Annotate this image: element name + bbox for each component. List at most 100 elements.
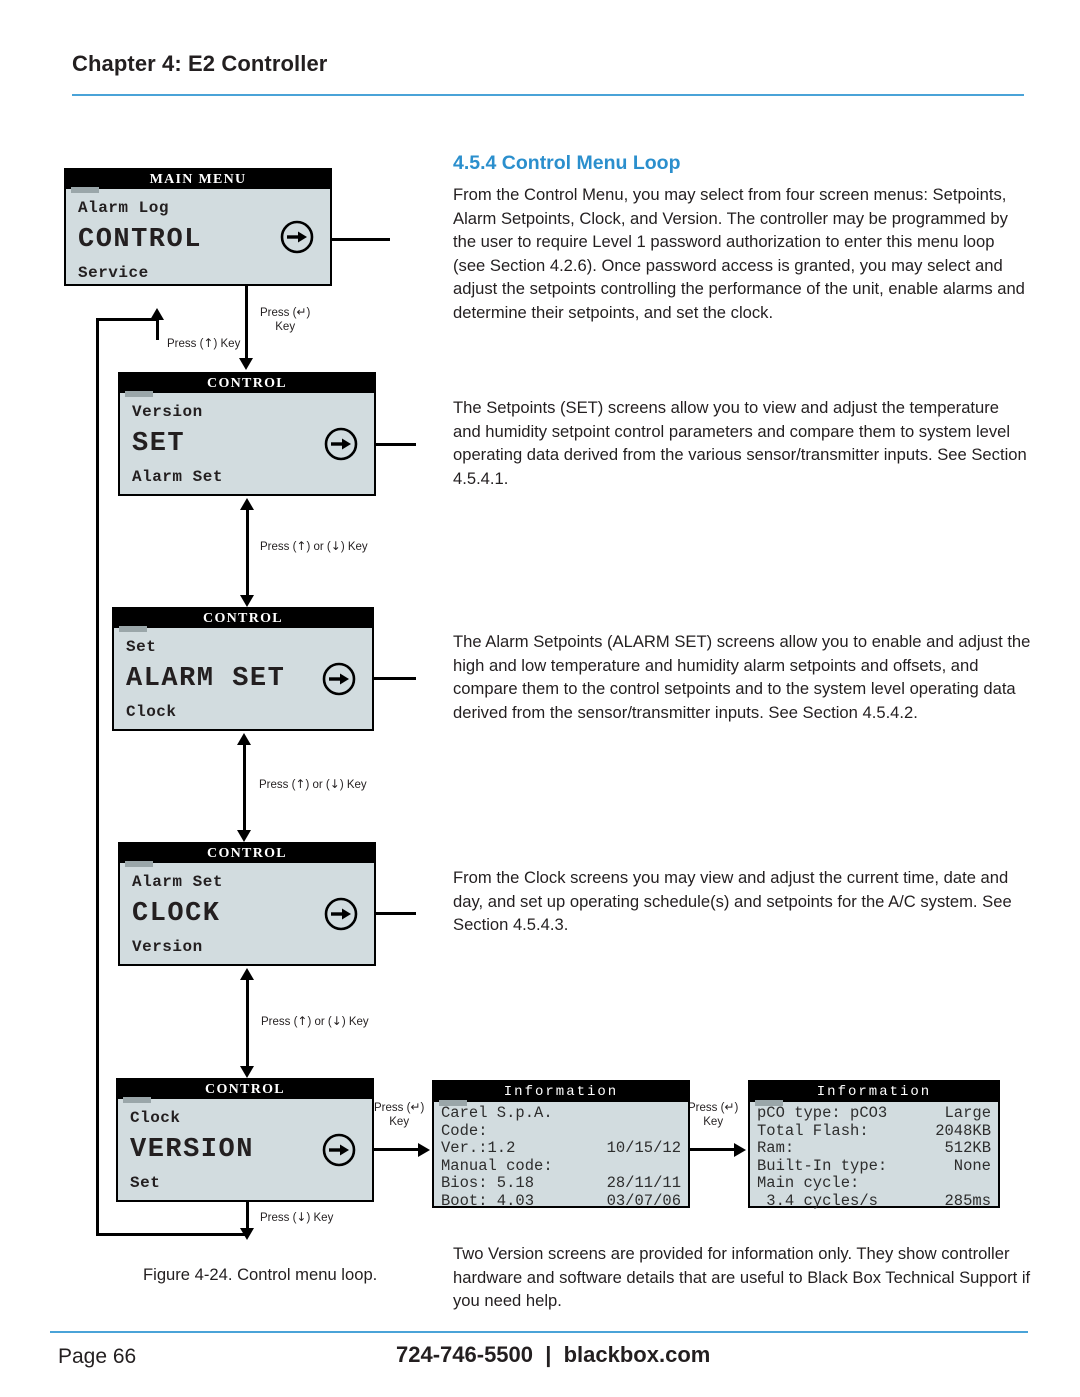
press-label-line2: Key (275, 321, 296, 333)
press-label-line2: Key (389, 1116, 410, 1128)
enter-arrow-icon (324, 427, 358, 460)
arrow-up-clock (240, 968, 254, 980)
lcd-title-bar: CONTROL (120, 374, 374, 397)
connector-stub-main (332, 238, 390, 241)
chapter-header: Chapter 4: E2 Controller (72, 51, 1024, 76)
lcd-panel-clock: CONTROL Alarm Set CLOCK Version (118, 842, 376, 966)
connector-main-to-set (245, 286, 248, 360)
info-row: Main cycle: (757, 1174, 991, 1193)
lcd-title-bar: CONTROL (114, 609, 372, 632)
lcd-panel-alarm-set: CONTROL Set ALARM SET Clock (112, 607, 374, 731)
lcd-body: Set ALARM SET Clock (114, 628, 372, 729)
connector-stub-clock (376, 912, 416, 915)
info-value: None (953, 1156, 991, 1175)
info-label: pCO type: pCO3 (757, 1104, 888, 1122)
info-label: Total Flash: (757, 1121, 869, 1140)
arrow-up-set (240, 498, 254, 510)
info-row: Boot: 4.03 03/07/06 (441, 1191, 681, 1211)
enter-arrow-icon (322, 1133, 356, 1166)
press-label-alarm-clock: Press (↑) or (↓) Key (259, 777, 367, 791)
paragraph-setpoints: The Setpoints (SET) screens allow you to… (453, 398, 1027, 488)
press-label-line1: Press (↵) (260, 305, 311, 319)
enter-arrow-icon (280, 220, 314, 253)
info-row: Total Flash: 2048KB (757, 1121, 991, 1141)
lcd-panel-main-menu: MAIN MENU Alarm Log CONTROL Service (64, 168, 332, 286)
info-value: 03/07/06 (606, 1191, 681, 1210)
info-label: Code: (441, 1121, 488, 1140)
section-heading: 4.5.4 Control Menu Loop (453, 152, 681, 174)
press-label-line1: Press (↵) (688, 1100, 739, 1114)
footer-contact: 724-746-5500 | blackbox.com (396, 1342, 711, 1367)
press-label-enter-info2: Press (↵) Key (688, 1100, 738, 1129)
lcd-body: Alarm Log CONTROL Service (66, 189, 330, 284)
paragraph-clock: From the Clock screens you may view and … (453, 868, 1012, 934)
arrow-up-to-main-menu (150, 308, 164, 320)
connector-stub-set (376, 443, 416, 446)
info-row: pCO type: pCO3 Large (757, 1104, 991, 1123)
arrow-down-version (240, 1066, 254, 1078)
lcd-cursor-tab (439, 1099, 467, 1106)
lcd-title-text: MAIN MENU (149, 172, 247, 187)
connector-alarm-to-clock (243, 743, 246, 831)
page-title: Chapter 4: E2 Controller (72, 51, 328, 76)
info-label: Built-In type: (757, 1156, 888, 1175)
arrow-down-clock (237, 830, 251, 842)
lcd-title-text: CONTROL (205, 1082, 285, 1097)
info-row: Carel S.p.A. (441, 1104, 681, 1123)
connector-clock-to-version (246, 978, 249, 1068)
lcd-body: Version SET Alarm Set (120, 393, 374, 494)
connector-return-bottom (96, 1233, 246, 1236)
paragraph-version: Two Version screens are provided for inf… (453, 1244, 1031, 1310)
info-body: Carel S.p.A. Code: Ver.:1.2 10/15/12 Manu… (434, 1102, 688, 1213)
info-value: 28/11/11 (606, 1174, 681, 1192)
enter-arrow-icon (324, 897, 358, 930)
info-value: 10/15/12 (606, 1139, 681, 1157)
lcd-line-below: Clock (126, 703, 177, 721)
lcd-body: Clock VERSION Set (118, 1099, 372, 1200)
lcd-title-bar: MAIN MENU (66, 170, 330, 193)
lcd-title-text: CONTROL (207, 376, 287, 391)
lcd-line-below: Service (78, 264, 149, 282)
info-row: Ram: 512KB (757, 1139, 991, 1158)
info-row: Code: (441, 1121, 681, 1141)
lcd-title-bar: CONTROL (118, 1080, 372, 1103)
press-label-line1: Press (↵) (374, 1100, 425, 1114)
lcd-panel-version: CONTROL Clock VERSION Set (116, 1078, 374, 1202)
press-label-set-alarm: Press (↑) or (↓) Key (260, 539, 368, 553)
press-label-version-down: Press (↓) Key (260, 1210, 334, 1224)
enter-arrow-icon (322, 662, 356, 695)
info-label: Carel S.p.A. (441, 1104, 553, 1122)
lcd-line-below: Version (132, 938, 203, 956)
arrow-down-alarm (240, 595, 254, 607)
info-row: 3.4 cycles/s 285ms (757, 1191, 991, 1211)
info-value: 285ms (944, 1191, 991, 1210)
info-title-bar: Information (750, 1082, 998, 1106)
connector-info1-to-info2 (690, 1148, 736, 1151)
lcd-line-above: Clock (130, 1109, 181, 1127)
arrow-down-version-return (240, 1228, 254, 1240)
info-screen-carel: Information Carel S.p.A. Code: Ver.:1.2 1… (432, 1080, 690, 1209)
connector-stub-alarm (374, 677, 416, 680)
info-row: Bios: 5.18 28/11/11 (441, 1174, 681, 1193)
lcd-cursor-tab (755, 1099, 783, 1106)
header-divider (72, 94, 1024, 96)
lcd-line-above: Set (126, 638, 157, 656)
info-label: Ram: (757, 1139, 795, 1157)
arrow-right-to-info2 (734, 1143, 746, 1157)
arrow-up-alarm (237, 733, 251, 745)
figure-caption: Figure 4-24. Control menu loop. (143, 1265, 378, 1284)
lcd-panel-set: CONTROL Version SET Alarm Set (118, 372, 376, 496)
info-label: Ver.:1.2 (441, 1139, 516, 1157)
info-row: Manual code: (441, 1157, 681, 1176)
lcd-title-text: CONTROL (203, 611, 283, 626)
info-label: Bios: 5.18 (441, 1174, 535, 1192)
connector-version-to-info1 (374, 1148, 420, 1151)
lcd-line-above: Version (132, 403, 203, 421)
paragraph-intro: From the Control Menu, you may select fr… (453, 185, 1025, 322)
press-label-enter-main: Press (↵) Key (260, 305, 310, 334)
lcd-line-above: Alarm Log (78, 199, 169, 217)
info-value: Large (944, 1104, 991, 1122)
press-label-up-to-main: Press (↑) Key (167, 336, 241, 350)
info-title-bar: Information (434, 1082, 688, 1106)
info-value: 512KB (944, 1139, 991, 1157)
